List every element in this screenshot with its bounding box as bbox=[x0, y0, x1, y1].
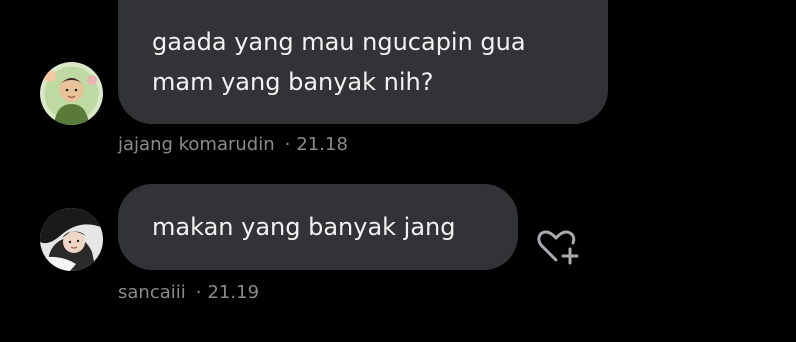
time-separator: · bbox=[284, 134, 291, 155]
avatar[interactable] bbox=[40, 208, 103, 271]
author-name[interactable]: sancaiii bbox=[118, 282, 186, 303]
like-button[interactable] bbox=[536, 227, 582, 269]
message-meta: sancaiii · 21.19 bbox=[118, 282, 259, 303]
message-bubble[interactable]: makan yang banyak jang bbox=[118, 184, 518, 270]
message-text-line: mam yang banyak nih? bbox=[152, 68, 434, 96]
message-bubble[interactable]: gaada yang mau ngucapin gua mam yang ban… bbox=[118, 0, 608, 124]
time-separator: · bbox=[195, 282, 202, 303]
message-text-line: makan yang banyak jang bbox=[152, 213, 456, 241]
timestamp: 21.19 bbox=[207, 282, 260, 303]
heart-plus-icon bbox=[537, 230, 579, 265]
timestamp: 21.18 bbox=[296, 134, 348, 155]
message-meta: jajang komarudin · 21.18 bbox=[118, 134, 348, 155]
author-name[interactable]: jajang komarudin bbox=[118, 134, 275, 155]
profile-photo-icon bbox=[40, 208, 103, 271]
chat-thread: gaada yang mau ngucapin gua mam yang ban… bbox=[0, 0, 796, 342]
avatar[interactable] bbox=[40, 62, 103, 125]
profile-photo-icon bbox=[40, 62, 103, 125]
message-text-line: gaada yang mau ngucapin gua bbox=[152, 28, 526, 56]
